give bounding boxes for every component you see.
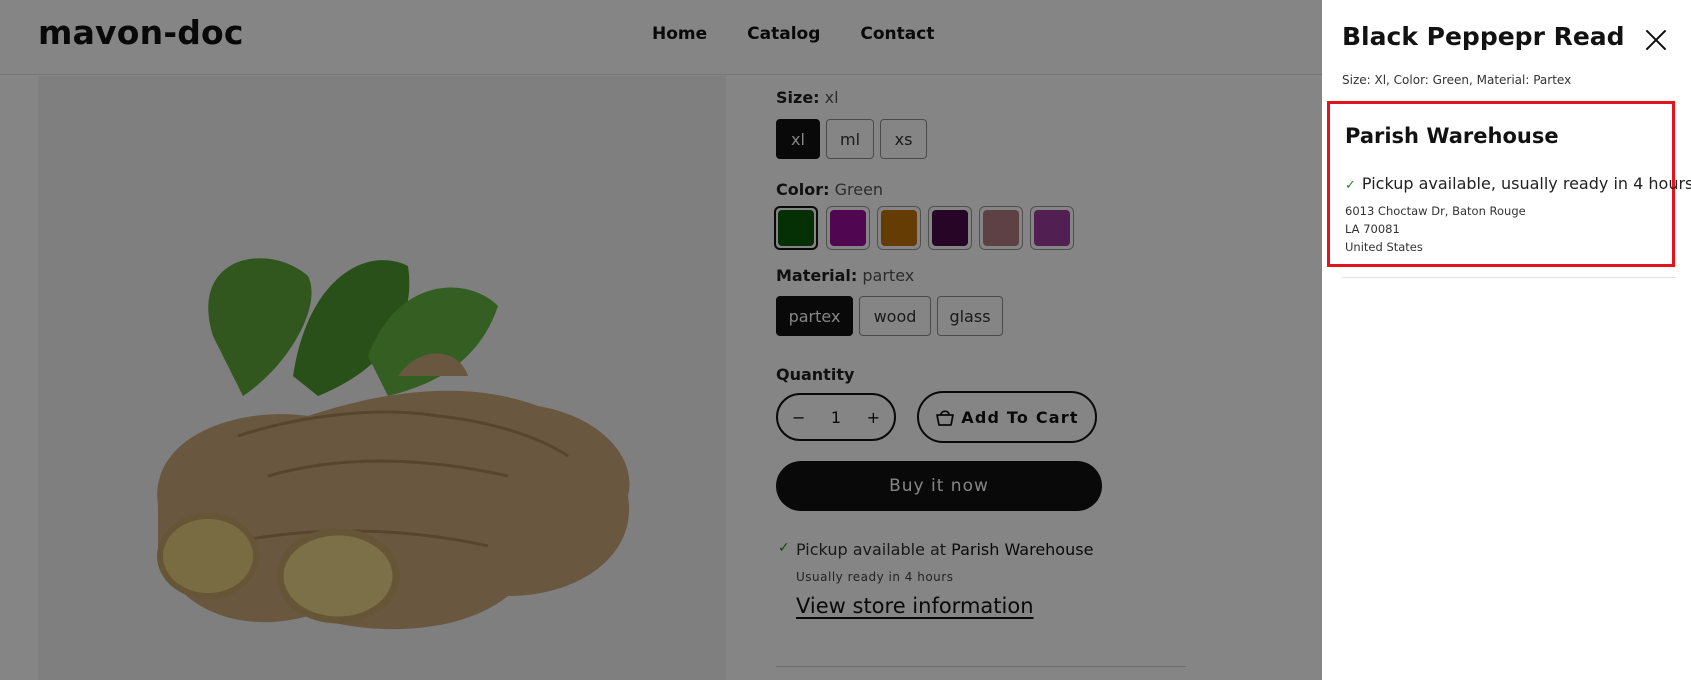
variant-summary: Size: Xl, Color: Green, Material: Partex	[1342, 73, 1572, 87]
store-name: Parish Warehouse	[1345, 124, 1559, 148]
store-address-line3: United States	[1345, 240, 1423, 254]
store-card: Parish Warehouse ✓ Pickup available, usua…	[1327, 101, 1691, 267]
modal-overlay[interactable]	[0, 0, 1322, 680]
drawer-title: Black Peppepr Read	[1342, 22, 1625, 51]
store-address-line1: 6013 Choctaw Dr, Baton Rouge	[1345, 204, 1526, 218]
drawer-divider	[1342, 277, 1676, 278]
check-icon: ✓	[1345, 178, 1356, 193]
close-icon[interactable]	[1642, 26, 1670, 54]
store-address-line2: LA 70081	[1345, 222, 1400, 236]
store-availability: ✓ Pickup available, usually ready in 4 ho…	[1345, 174, 1691, 193]
pickup-drawer: Black Peppepr Read Size: Xl, Color: Gree…	[1322, 0, 1691, 680]
